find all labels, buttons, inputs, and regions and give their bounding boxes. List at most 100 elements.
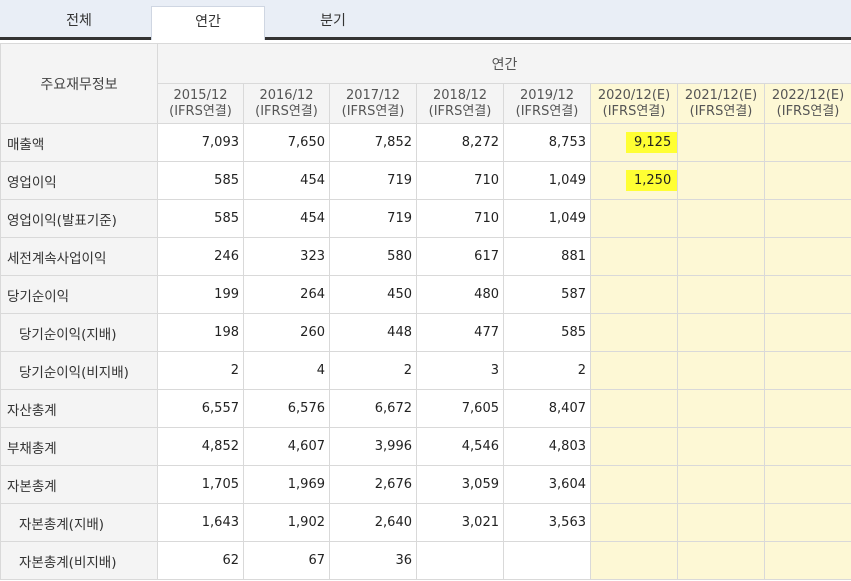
value-cell (763, 427, 851, 466)
value-cell: 264 (243, 275, 330, 314)
row-label[interactable]: 자본총계(비지배) (0, 541, 158, 580)
period-basis: (IFRS연결) (776, 103, 840, 119)
row-label[interactable]: 자산총계 (0, 389, 158, 428)
period-year: 2020/12(E) (597, 87, 671, 103)
value-cell: 3 (416, 351, 504, 390)
tab-annual[interactable]: 연간 (151, 6, 265, 40)
period-basis: (IFRS연결) (255, 103, 318, 119)
row-label[interactable]: 영업이익(발표기준) (0, 199, 158, 238)
period-basis: (IFRS연결) (602, 103, 666, 119)
value-cell (763, 123, 851, 162)
value-cell: 6,576 (243, 389, 330, 428)
value-cell (677, 313, 765, 352)
value-cell: 1,902 (243, 503, 330, 542)
value-cell: 7,852 (329, 123, 417, 162)
period-header: 2016/12 (IFRS연결) (243, 83, 330, 124)
value-cell (763, 351, 851, 390)
value-cell (677, 123, 765, 162)
value-cell: 585 (157, 161, 244, 200)
tab-all[interactable]: 전체 (22, 6, 136, 40)
row-label[interactable]: 당기순이익(비지배) (0, 351, 158, 390)
value-cell (590, 427, 678, 466)
value-cell: 2 (157, 351, 244, 390)
value-cell: 9,125 (590, 123, 678, 162)
row-label[interactable]: 자본총계(지배) (0, 503, 158, 542)
value-cell: 585 (157, 199, 244, 238)
period-year: 2018/12 (432, 87, 487, 103)
value-cell: 480 (416, 275, 504, 314)
value-cell: 8,272 (416, 123, 504, 162)
value-cell: 454 (243, 199, 330, 238)
period-tab-bar: 전체 연간 분기 (0, 0, 851, 40)
row-label[interactable]: 당기순이익(지배) (0, 313, 158, 352)
row-label[interactable]: 자본총계 (0, 465, 158, 504)
value-cell (763, 275, 851, 314)
period-header: 2017/12 (IFRS연결) (329, 83, 417, 124)
row-label[interactable]: 매출액 (0, 123, 158, 162)
tab-quarterly[interactable]: 분기 (276, 6, 390, 40)
row-label[interactable]: 당기순이익 (0, 275, 158, 314)
value-cell (763, 389, 851, 428)
financial-summary-table: 주요재무정보 연간 2015/12 (IFRS연결) 2016/12 (IFRS연결)… (0, 43, 851, 580)
row-label[interactable]: 세전계속사업이익 (0, 237, 158, 276)
value-cell: 4,852 (157, 427, 244, 466)
value-cell: 6,672 (329, 389, 417, 428)
value-cell: 4,803 (503, 427, 591, 466)
value-cell: 6,557 (157, 389, 244, 428)
value-cell: 1,049 (503, 199, 591, 238)
table-row: 당기순이익(지배) 198 260 448 477 585 (0, 313, 851, 352)
value-cell: 4 (243, 351, 330, 390)
period-header: 2018/12 (IFRS연결) (416, 83, 504, 124)
table-row: 당기순이익(비지배) 2 4 2 3 2 (0, 351, 851, 390)
value-cell (677, 161, 765, 200)
value-cell (416, 541, 504, 580)
header-annual-group: 연간 (156, 43, 851, 84)
value-cell (677, 351, 765, 390)
value-cell: 587 (503, 275, 591, 314)
value-cell (763, 503, 851, 542)
row-label[interactable]: 부채총계 (0, 427, 158, 466)
value-cell: 62 (157, 541, 244, 580)
value-cell (677, 237, 765, 276)
value-cell: 2,676 (329, 465, 417, 504)
period-header: 2015/12 (IFRS연결) (157, 83, 244, 124)
value-cell: 7,605 (416, 389, 504, 428)
value-cell: 36 (329, 541, 417, 580)
value-cell (763, 313, 851, 352)
value-cell (590, 313, 678, 352)
value-cell: 580 (329, 237, 417, 276)
value-cell: 7,093 (157, 123, 244, 162)
period-year: 2016/12 (259, 87, 314, 103)
value-cell (763, 161, 851, 200)
table-row: 영업이익(발표기준) 585 454 719 710 1,049 (0, 199, 851, 238)
table-row: 세전계속사업이익 246 323 580 617 881 (0, 237, 851, 276)
row-label[interactable]: 영업이익 (0, 161, 158, 200)
value-cell: 246 (157, 237, 244, 276)
value-cell: 198 (157, 313, 244, 352)
value-cell: 881 (503, 237, 591, 276)
value-cell (763, 237, 851, 276)
value-cell: 1,705 (157, 465, 244, 504)
table-row: 영업이익 585 454 719 710 1,049 1,250 (0, 161, 851, 200)
value-cell: 710 (416, 161, 504, 200)
period-header: 2019/12 (IFRS연결) (503, 83, 591, 124)
value-cell: 199 (157, 275, 244, 314)
highlighted-estimate: 9,125 (626, 132, 677, 153)
value-cell (763, 465, 851, 504)
value-cell: 617 (416, 237, 504, 276)
value-cell: 454 (243, 161, 330, 200)
period-basis: (IFRS연결) (515, 103, 579, 119)
table-row: 매출액 7,093 7,650 7,852 8,272 8,753 9,125 (0, 123, 851, 162)
period-year: 2017/12 (345, 87, 400, 103)
table-row: 자본총계(지배) 1,643 1,902 2,640 3,021 3,563 (0, 503, 851, 542)
value-cell: 448 (329, 313, 417, 352)
value-cell: 477 (416, 313, 504, 352)
period-header: 2020/12(E) (IFRS연결) (590, 83, 678, 124)
period-basis: (IFRS연결) (689, 103, 753, 119)
value-cell: 719 (329, 161, 417, 200)
value-cell (677, 275, 765, 314)
table-row: 당기순이익 199 264 450 480 587 (0, 275, 851, 314)
value-cell (677, 465, 765, 504)
period-basis: (IFRS연결) (428, 103, 492, 119)
value-cell (677, 541, 765, 580)
